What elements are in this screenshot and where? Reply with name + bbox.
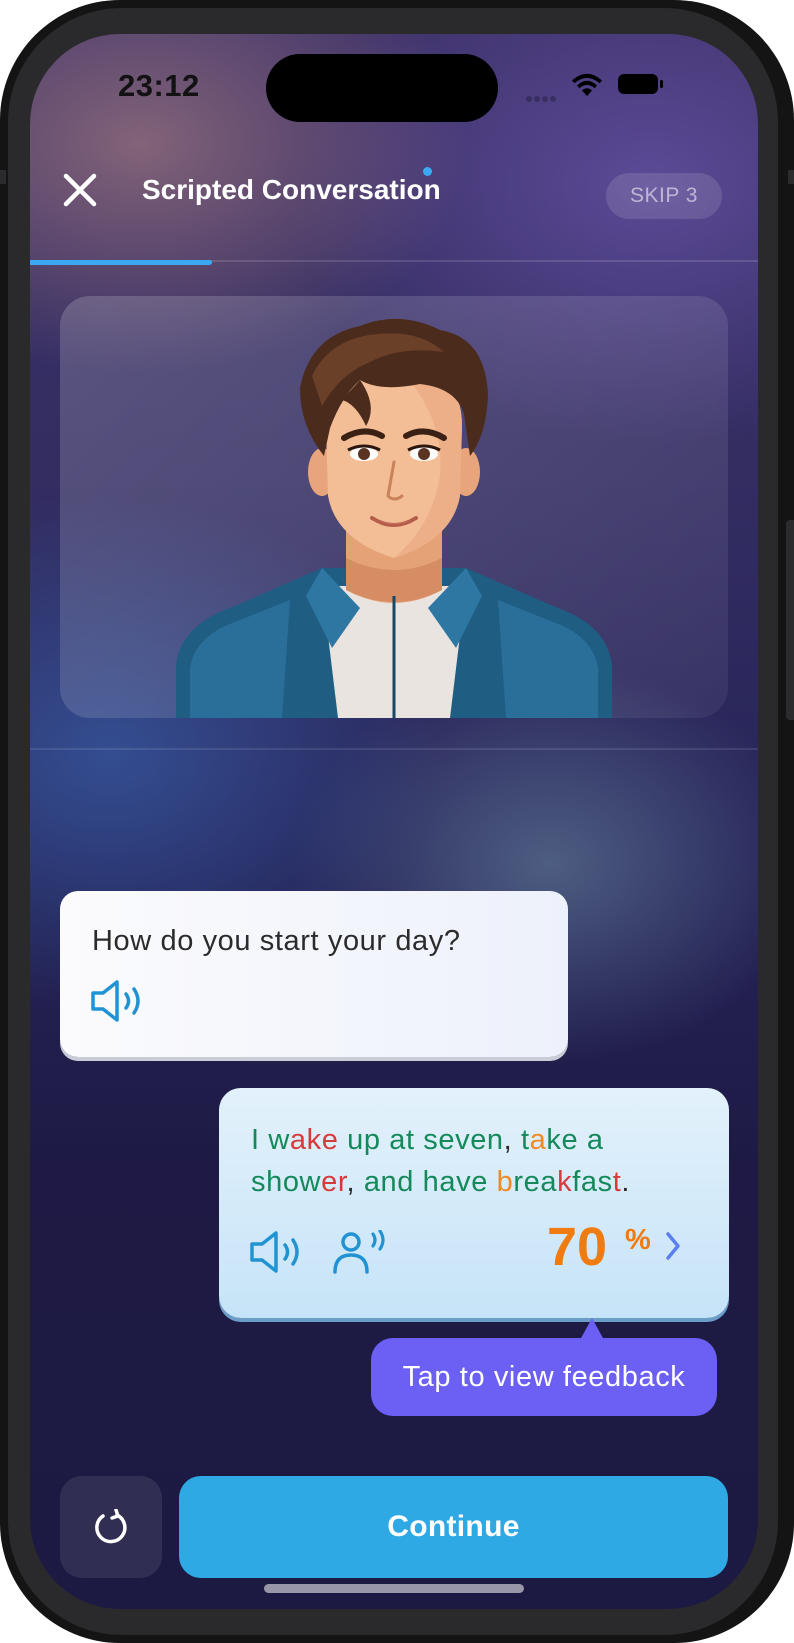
home-indicator bbox=[264, 1584, 524, 1593]
listen-icon[interactable] bbox=[333, 1230, 389, 1274]
response-word-segment: up bbox=[338, 1124, 381, 1156]
cellular-signal-icon bbox=[526, 89, 558, 107]
response-word-segment: er bbox=[321, 1166, 347, 1198]
dynamic-island bbox=[266, 54, 498, 122]
response-word-segment: ake bbox=[289, 1124, 339, 1156]
response-word-segment: t bbox=[520, 1124, 530, 1156]
progress-fill bbox=[30, 260, 212, 265]
power-button bbox=[786, 520, 794, 720]
response-word-segment: w bbox=[268, 1124, 290, 1156]
notification-dot bbox=[423, 167, 432, 176]
avatar-card bbox=[60, 296, 728, 718]
feedback-tooltip[interactable]: Tap to view feedback bbox=[371, 1318, 717, 1416]
response-word-segment: rea bbox=[513, 1166, 558, 1198]
response-text-line-2: shower, and have breakfast. bbox=[251, 1166, 630, 1199]
frame-notch-right bbox=[788, 170, 794, 184]
character-avatar bbox=[176, 318, 612, 718]
wifi-icon bbox=[572, 73, 602, 96]
response-word-segment: , bbox=[503, 1124, 521, 1156]
response-word-segment: fas bbox=[572, 1166, 613, 1198]
response-word-segment: k bbox=[557, 1166, 573, 1198]
response-word-segment: . bbox=[621, 1166, 631, 1198]
section-divider bbox=[30, 748, 758, 750]
app-screen: 23:12 Scripted Conversation SKIP 3 How d… bbox=[30, 34, 758, 1609]
response-word-segment: I bbox=[251, 1124, 269, 1156]
response-word-segment: a bbox=[529, 1124, 547, 1156]
response-word-segment: , bbox=[346, 1166, 364, 1198]
retry-icon bbox=[95, 1509, 127, 1544]
frame-notch-left bbox=[0, 170, 6, 184]
header: Scripted Conversation SKIP 3 bbox=[30, 154, 758, 226]
response-word-segment: at seven bbox=[380, 1124, 504, 1156]
battery-icon bbox=[618, 74, 663, 94]
retry-button[interactable] bbox=[60, 1476, 162, 1578]
close-icon[interactable] bbox=[60, 170, 100, 210]
score-unit: % bbox=[625, 1224, 651, 1256]
response-word-segment: show bbox=[251, 1166, 322, 1198]
response-word-segment: and have bbox=[363, 1166, 497, 1198]
page-title: Scripted Conversation bbox=[142, 174, 441, 205]
score-value: 70 bbox=[547, 1217, 608, 1277]
status-time: 23:12 bbox=[118, 68, 200, 103]
speaker-icon[interactable] bbox=[90, 979, 150, 1023]
prompt-bubble: How do you start your day? bbox=[60, 891, 568, 1057]
response-word-segment: b bbox=[496, 1166, 514, 1198]
skip-button[interactable]: SKIP 3 bbox=[606, 173, 722, 219]
prompt-text: How do you start your day? bbox=[92, 925, 461, 957]
response-text-line-1: I wake up at seven, take a bbox=[251, 1124, 604, 1157]
response-bubble[interactable]: I wake up at seven, take a shower, and h… bbox=[219, 1088, 729, 1318]
speaker-icon[interactable] bbox=[249, 1230, 309, 1274]
continue-button[interactable]: Continue bbox=[179, 1476, 728, 1578]
response-word-segment: ke a bbox=[546, 1124, 604, 1156]
chevron-right-icon[interactable] bbox=[663, 1230, 683, 1262]
